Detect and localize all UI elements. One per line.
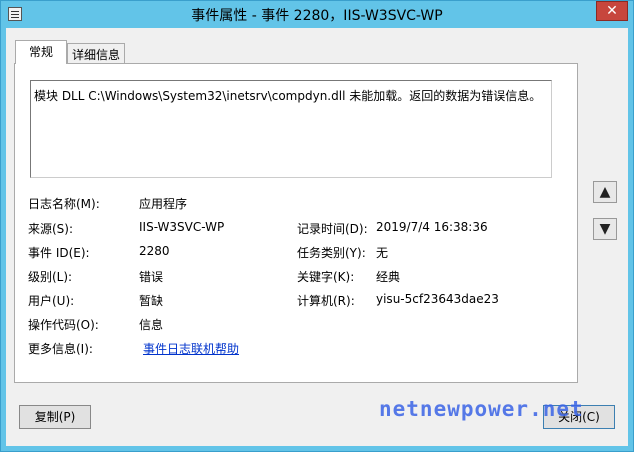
copy-button[interactable]: 复制(P): [19, 405, 91, 429]
level-value: 错误: [139, 270, 164, 284]
task-category-label: 任务类别(Y):: [297, 246, 366, 260]
source-value: IIS-W3SVC-WP: [139, 220, 225, 234]
keywords-label: 关键字(K):: [297, 270, 355, 284]
source-label: 来源(S):: [28, 222, 74, 236]
user-value: 暂缺: [139, 294, 164, 308]
event-message-box[interactable]: 模块 DLL C:\Windows\System32\inetsrv\compd…: [30, 80, 552, 178]
arrow-up-icon: ▲: [599, 184, 611, 200]
tab-general[interactable]: 常规: [15, 40, 67, 64]
more-info-label: 更多信息(I):: [28, 342, 93, 356]
logged-value: 2019/7/4 16:38:36: [376, 220, 488, 234]
log-name-label: 日志名称(M):: [28, 197, 100, 211]
event-properties-window: 事件属性 - 事件 2280，IIS-W3SVC-WP ✕ 常规 详细信息 模块…: [0, 0, 634, 452]
logged-label: 记录时间(D):: [297, 222, 368, 236]
next-event-button[interactable]: ▼: [593, 218, 617, 240]
arrow-down-icon: ▼: [599, 221, 611, 237]
dialog-client-area: 常规 详细信息 模块 DLL C:\Windows\System32\inets…: [6, 28, 628, 446]
watermark-text: netnewpower.net: [379, 397, 584, 421]
user-label: 用户(U):: [28, 294, 75, 308]
title-bar[interactable]: 事件属性 - 事件 2280，IIS-W3SVC-WP ✕: [1, 1, 633, 27]
event-id-label: 事件 ID(E):: [28, 246, 90, 260]
close-icon: ✕: [606, 3, 618, 19]
keywords-value: 经典: [376, 270, 401, 284]
window-title: 事件属性 - 事件 2280，IIS-W3SVC-WP: [191, 8, 443, 24]
tab-details[interactable]: 详细信息: [67, 43, 125, 65]
general-panel: 模块 DLL C:\Windows\System32\inetsrv\compd…: [14, 63, 578, 383]
opcode-label: 操作代码(O):: [28, 318, 99, 332]
previous-event-button[interactable]: ▲: [593, 181, 617, 203]
log-name-value: 应用程序: [139, 197, 188, 211]
computer-value: yisu-5cf23643dae23: [376, 292, 499, 306]
level-label: 级别(L):: [28, 270, 73, 284]
window-close-button[interactable]: ✕: [596, 1, 628, 21]
opcode-value: 信息: [139, 318, 164, 332]
event-message-text: 模块 DLL C:\Windows\System32\inetsrv\compd…: [34, 89, 542, 103]
online-help-link[interactable]: 事件日志联机帮助: [143, 340, 239, 357]
computer-label: 计算机(R):: [297, 294, 355, 308]
task-category-value: 无: [376, 246, 389, 260]
event-id-value: 2280: [139, 244, 170, 258]
